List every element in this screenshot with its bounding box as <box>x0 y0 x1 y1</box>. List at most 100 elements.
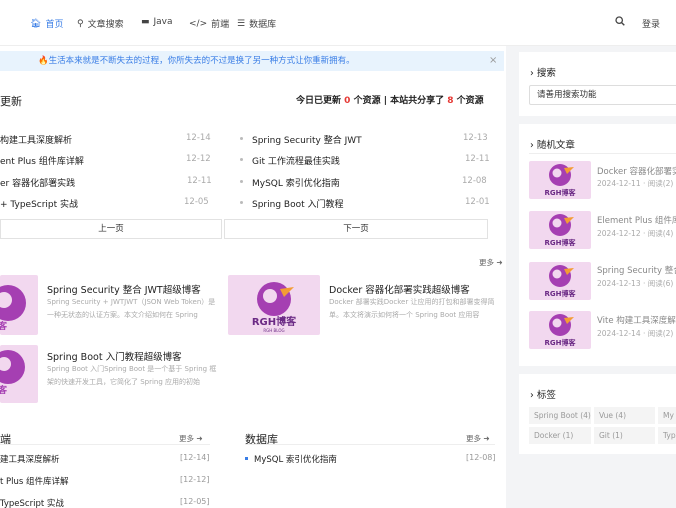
more-link[interactable]: 更多 ➜ <box>479 257 503 268</box>
card-title[interactable]: Spring Security 整合 JWT超级博客 <box>47 282 201 296</box>
chevron-right-icon: › <box>530 390 534 401</box>
divider <box>529 153 676 154</box>
list-item[interactable]: TypeScript 实战 <box>0 497 64 508</box>
arrow-right-icon: ➜ <box>196 434 203 443</box>
search-input[interactable]: 请善用搜索功能 <box>529 85 676 105</box>
svg-text:RGH博客: RGH博客 <box>545 238 577 247</box>
list-item[interactable]: t Plus 组件库详解 <box>0 475 69 487</box>
list-date: [12-05] <box>180 497 210 506</box>
article-meta: 2024-12-14 · 阅读(2) <box>597 329 674 338</box>
more-link[interactable]: 更多 ➜ <box>179 433 203 444</box>
card-description: Spring Boot 入门Spring Boot 是一个基于 Spring 框… <box>47 365 217 386</box>
home-icon: 🏠︎ <box>30 18 42 29</box>
tag-item[interactable]: Docker (1) <box>529 427 591 444</box>
book-icon: ▬ <box>141 17 150 27</box>
update-date: 12-12 <box>186 154 211 164</box>
article-title[interactable]: Vite 构建工具深度解 <box>597 314 676 326</box>
update-date: 12-14 <box>186 133 211 143</box>
article-thumbnail[interactable]: RGH博客 <box>529 161 591 199</box>
top-nav: 🏠︎ 首页 ⚲ 文章搜索 ▬ Java </> 前端 ☰ 数据库 登录 <box>0 0 676 46</box>
update-stats: 今日已更新 0 个资源 | 本站共分享了 8 个资源 <box>296 96 484 106</box>
list-date: [12-12] <box>180 475 210 484</box>
login-link[interactable]: 登录 <box>642 17 660 30</box>
article-meta: 2024-12-13 · 阅读(6) <box>597 279 674 288</box>
more-link[interactable]: 更多 ➜ <box>466 433 490 444</box>
bullet-dot <box>240 158 243 161</box>
chevron-right-icon: › <box>530 140 534 151</box>
divider <box>245 444 495 445</box>
article-meta: 2024-12-12 · 阅读(4) <box>597 229 674 238</box>
update-item[interactable]: Git 工作流程最佳实践 <box>252 154 340 167</box>
database-icon: ☰ <box>237 18 246 29</box>
chevron-right-icon: › <box>530 68 534 79</box>
update-item[interactable]: Spring Security 整合 JWT <box>252 133 362 146</box>
update-item[interactable]: 构建工具深度解析 <box>0 133 72 146</box>
logo-subtext: RGH BLOG <box>263 328 284 333</box>
list-date: [12-14] <box>180 453 210 462</box>
update-item[interactable]: MySQL 索引优化指南 <box>252 176 340 189</box>
random-title: › 随机文章 <box>530 140 575 151</box>
total-count: 8 <box>447 96 454 106</box>
arrow-right-icon: ➜ <box>483 434 490 443</box>
arrow-right-icon: ➜ <box>496 258 503 267</box>
card-title[interactable]: Spring Boot 入门教程超级博客 <box>47 349 182 363</box>
article-meta: 2024-12-11 · 阅读(2) <box>597 179 674 188</box>
card-description: Docker 部署实践Docker 让应用的打包和部署变得简单。本文将演示如何将… <box>329 298 495 319</box>
bullet-dot <box>240 201 243 204</box>
nav-article-search[interactable]: ⚲ 文章搜索 <box>77 17 124 31</box>
nav-database[interactable]: ☰ 数据库 <box>237 17 276 31</box>
update-date: 12-05 <box>184 197 209 207</box>
svg-text:客: 客 <box>0 320 8 332</box>
search-icon[interactable] <box>615 16 625 26</box>
tag-item[interactable]: Vue (4) <box>594 407 655 424</box>
card-thumbnail: RGH博客 RGH BLOG <box>228 275 320 335</box>
article-title[interactable]: Element Plus 组件库 <box>597 214 676 226</box>
update-item[interactable]: + TypeScript 实战 <box>0 197 78 210</box>
update-date: 12-11 <box>465 154 490 164</box>
bullet-square <box>245 457 248 460</box>
tags-title: › 标签 <box>530 390 556 401</box>
tag-item[interactable]: My <box>658 407 676 424</box>
prev-page-button[interactable]: 上一页 <box>0 219 222 239</box>
update-item[interactable]: ent Plus 组件库详解 <box>0 154 84 167</box>
search-widget <box>519 52 676 116</box>
today-count: 0 <box>344 96 351 106</box>
card-thumbnail: 客 <box>0 345 38 403</box>
tag-item[interactable]: Spring Boot (4) <box>529 407 591 424</box>
search-icon: ⚲ <box>77 18 84 29</box>
nav-home[interactable]: 🏠︎ 首页 <box>30 17 63 31</box>
article-thumbnail[interactable]: RGH博客 <box>529 211 591 249</box>
article-title[interactable]: Docker 容器化部署实 <box>597 165 676 177</box>
code-icon: </> <box>189 18 208 29</box>
update-item[interactable]: Spring Boot 入门教程 <box>252 197 343 210</box>
update-item[interactable]: er 容器化部署实践 <box>0 176 75 189</box>
article-thumbnail[interactable]: RGH博客 <box>529 262 591 300</box>
update-date: 12-13 <box>463 133 488 143</box>
card-description: Spring Security + JWTJWT（JSON Web Token）… <box>47 298 216 319</box>
svg-text:RGH博客: RGH博客 <box>545 289 577 298</box>
next-page-button[interactable]: 下一页 <box>224 219 488 239</box>
tag-item[interactable]: Git (1) <box>594 427 655 444</box>
tag-item[interactable]: Typ <box>658 427 676 444</box>
list-item[interactable]: MySQL 索引优化指南 <box>254 453 337 465</box>
bullet-dot <box>240 137 243 140</box>
update-date: 12-08 <box>462 176 487 186</box>
divider <box>0 444 210 445</box>
logo-text: RGH博客 <box>252 315 297 328</box>
list-date: [12-08] <box>466 453 496 462</box>
close-icon[interactable]: × <box>489 51 497 71</box>
search-title: › 搜索 <box>530 68 556 79</box>
article-thumbnail[interactable]: RGH博客 <box>529 311 591 349</box>
svg-text:RGH博客: RGH博客 <box>545 338 577 347</box>
list-item[interactable]: 建工具深度解析 <box>0 453 60 465</box>
notice-text: 🔥生活本来就是不断失去的过程，你所失去的不过是换了另一种方式让你重新拥有。 <box>38 56 355 66</box>
bullet-dot <box>240 180 243 183</box>
update-date: 12-01 <box>465 197 490 207</box>
card-title[interactable]: Docker 容器化部署实践超级博客 <box>329 282 470 296</box>
nav-java[interactable]: ▬ Java <box>141 17 173 27</box>
svg-text:RGH博客: RGH博客 <box>545 188 577 197</box>
nav-frontend[interactable]: </> 前端 <box>189 17 229 31</box>
card-thumbnail: 客 <box>0 275 38 335</box>
article-title[interactable]: Spring Security 整合 <box>597 264 676 276</box>
notice-banner: 🔥生活本来就是不断失去的过程，你所失去的不过是换了另一种方式让你重新拥有。 × <box>0 51 504 71</box>
